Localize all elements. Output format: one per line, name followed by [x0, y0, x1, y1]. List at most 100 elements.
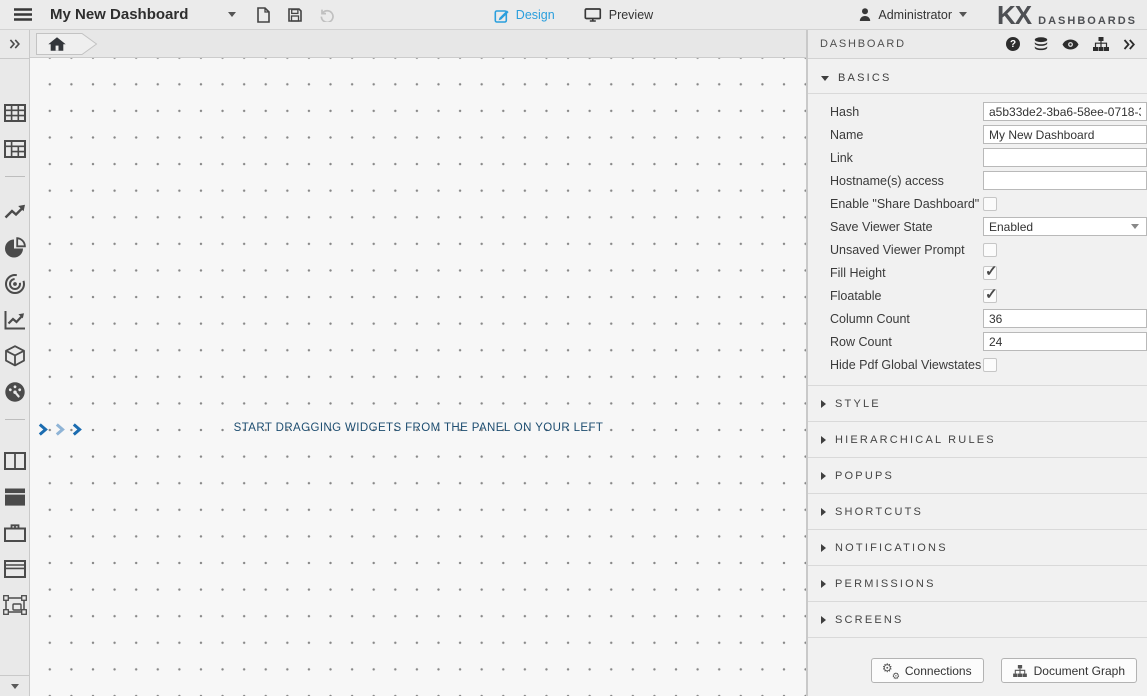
widget-pivot-grid[interactable] [0, 131, 29, 167]
user-dropdown-caret-icon[interactable] [959, 12, 967, 17]
database-icon [1034, 37, 1048, 52]
home-screen-tab[interactable] [36, 33, 98, 55]
field-row-fill-height: Fill Height [808, 261, 1147, 284]
tab-design[interactable]: Design [494, 8, 555, 23]
connections-button[interactable]: ⚙⚙ Connections [871, 658, 984, 683]
section-popups-label: POPUPS [835, 470, 894, 482]
widget-line-chart[interactable] [0, 194, 29, 230]
section-notifications[interactable]: NOTIFICATIONS [808, 529, 1147, 565]
section-style-label: STYLE [835, 398, 881, 410]
section-style[interactable]: STYLE [808, 385, 1147, 421]
kx-logo: KX [997, 2, 1031, 28]
sitemap-icon [1093, 37, 1109, 51]
field-label-hide-pdf-global-viewstates: Hide Pdf Global Viewstates [830, 358, 983, 372]
section-hierarchical-rules[interactable]: HIERARCHICAL RULES [808, 421, 1147, 457]
widget-pie-chart[interactable] [0, 230, 29, 266]
field-label-row-count: Row Count [830, 335, 983, 349]
expand-palette-button[interactable] [0, 30, 29, 59]
caret-right-icon [821, 616, 826, 624]
section-popups[interactable]: POPUPS [808, 457, 1147, 493]
basics-fields: Hash Name Link Hostname(s) access Enable… [808, 94, 1147, 385]
field-row-share-dashboard: Enable "Share Dashboard" [808, 192, 1147, 215]
widget-chart-canvas[interactable] [0, 302, 29, 338]
share-dashboard-checkbox[interactable] [983, 197, 997, 211]
section-basics-label: BASICS [838, 72, 892, 84]
hostname-access-input[interactable] [983, 171, 1147, 190]
brand-name: DASHBOARDS [1038, 15, 1137, 27]
gears-icon: ⚙⚙ [883, 664, 898, 678]
caret-right-icon [821, 508, 826, 516]
widget-3d-chart[interactable] [0, 338, 29, 374]
link-input[interactable] [983, 148, 1147, 167]
top-toolbar: My New Dashboard Design Preview Administ… [0, 0, 1147, 30]
field-row-column-count: Column Count [808, 307, 1147, 330]
section-permissions[interactable]: PERMISSIONS [808, 565, 1147, 601]
row-count-input[interactable] [983, 332, 1147, 351]
section-basics-header[interactable]: BASICS [808, 59, 1147, 94]
field-row-link: Link [808, 146, 1147, 169]
widget-accordion[interactable] [0, 551, 29, 587]
field-row-hostname-access: Hostname(s) access [808, 169, 1147, 192]
collapse-panel-button[interactable] [1123, 39, 1135, 50]
menu-icon[interactable] [14, 8, 32, 21]
field-label-column-count: Column Count [830, 312, 983, 326]
caret-down-icon [821, 76, 829, 81]
fill-height-checkbox[interactable] [983, 266, 997, 280]
save-button[interactable] [284, 4, 306, 26]
help-button[interactable]: ? [1006, 37, 1020, 51]
document-graph-button[interactable] [1093, 37, 1109, 51]
field-label-hostname-access: Hostname(s) access [830, 174, 983, 188]
hash-input[interactable] [983, 102, 1147, 121]
section-notifications-label: NOTIFICATIONS [835, 542, 948, 554]
caret-right-icon [821, 472, 826, 480]
hide-pdf-global-viewstates-checkbox[interactable] [983, 358, 997, 372]
document-graph-footer-button[interactable]: Document Graph [1001, 658, 1137, 683]
dashboard-title: My New Dashboard [50, 6, 188, 23]
undo-button[interactable] [316, 4, 338, 26]
section-screens[interactable]: SCREENS [808, 601, 1147, 637]
properties-panel-header: DASHBOARD ? [808, 30, 1147, 59]
unsaved-viewer-prompt-checkbox[interactable] [983, 243, 997, 257]
data-sources-button[interactable] [1034, 37, 1048, 52]
column-count-input[interactable] [983, 309, 1147, 328]
floatable-checkbox[interactable] [983, 289, 997, 303]
field-label-fill-height: Fill Height [830, 266, 983, 280]
panel-title: DASHBOARD [820, 38, 906, 50]
widget-data-grid[interactable] [0, 95, 29, 131]
section-shortcuts[interactable]: SHORTCUTS [808, 493, 1147, 529]
caret-down-icon [11, 684, 19, 689]
preview-dashboard-button[interactable] [1062, 39, 1079, 50]
widget-panel[interactable] [0, 479, 29, 515]
new-dashboard-button[interactable] [252, 4, 274, 26]
field-label-name: Name [830, 128, 983, 142]
widget-radial-gauge[interactable] [0, 266, 29, 302]
collapsed-sections: STYLE HIERARCHICAL RULES POPUPS SHORTCUT… [808, 385, 1147, 638]
title-dropdown-caret-icon[interactable] [228, 12, 236, 17]
widget-gauge[interactable] [0, 374, 29, 410]
tab-design-label: Design [516, 8, 555, 22]
field-row-hash: Hash [808, 100, 1147, 123]
widget-split-layout[interactable] [0, 443, 29, 479]
tab-preview[interactable]: Preview [585, 8, 653, 22]
sitemap-icon [1013, 665, 1027, 677]
user-area: Administrator KX DASHBOARDS [859, 2, 1137, 28]
widget-group-canvas[interactable] [0, 587, 29, 623]
field-label-hash: Hash [830, 105, 983, 119]
section-screens-label: SCREENS [835, 614, 904, 626]
empty-canvas-message: START DRAGGING WIDGETS FROM THE PANEL ON… [30, 422, 807, 434]
field-label-unsaved-viewer-prompt: Unsaved Viewer Prompt [830, 243, 983, 257]
palette-scroll-down-button[interactable] [0, 675, 29, 696]
section-hierarchical-rules-label: HIERARCHICAL RULES [835, 434, 996, 446]
widget-tabs[interactable] [0, 515, 29, 551]
palette-divider [5, 176, 25, 177]
field-row-unsaved-viewer-prompt: Unsaved Viewer Prompt [808, 238, 1147, 261]
field-label-link: Link [830, 151, 983, 165]
save-viewer-state-value: Enabled [989, 220, 1033, 234]
tab-preview-label: Preview [609, 8, 653, 22]
dashboard-canvas[interactable]: START DRAGGING WIDGETS FROM THE PANEL ON… [30, 58, 807, 696]
save-viewer-state-select[interactable]: Enabled [983, 217, 1147, 236]
name-input[interactable] [983, 125, 1147, 144]
section-permissions-label: PERMISSIONS [835, 578, 936, 590]
field-label-save-viewer-state: Save Viewer State [830, 220, 983, 234]
user-menu[interactable]: Administrator [878, 8, 952, 22]
